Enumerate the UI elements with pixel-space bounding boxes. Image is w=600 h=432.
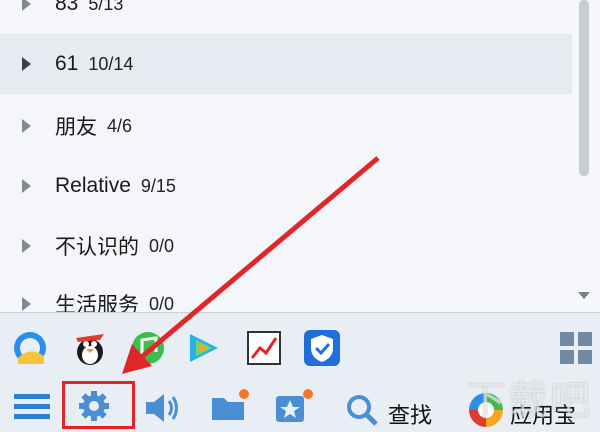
expand-arrow-icon[interactable] bbox=[22, 57, 31, 71]
app-store-icon[interactable] bbox=[466, 390, 506, 430]
contact-group-list: 83 5/13 61 10/14 朋友 4/6 Relative 9/15 不认… bbox=[0, 0, 600, 312]
scrollbar[interactable] bbox=[576, 0, 600, 312]
qzone-icon[interactable] bbox=[10, 328, 50, 368]
main-menu-icon[interactable] bbox=[12, 388, 52, 428]
group-row[interactable]: Relative 9/15 bbox=[0, 156, 572, 216]
group-count: 9/15 bbox=[140, 175, 176, 196]
expand-arrow-icon[interactable] bbox=[22, 119, 31, 133]
group-name: Relative bbox=[55, 174, 131, 197]
group-row[interactable]: 83 5/13 bbox=[0, 0, 572, 34]
volume-icon[interactable] bbox=[142, 390, 182, 430]
favorites-star-icon[interactable] bbox=[272, 386, 318, 426]
group-row[interactable]: 朋友 4/6 bbox=[0, 96, 572, 156]
penguin-game-icon[interactable] bbox=[70, 328, 110, 368]
group-count: 10/14 bbox=[88, 53, 134, 74]
expand-arrow-icon[interactable] bbox=[22, 239, 31, 253]
security-shield-icon[interactable] bbox=[302, 328, 342, 368]
stock-icon[interactable] bbox=[244, 328, 284, 368]
group-row[interactable]: 不认识的 0/0 bbox=[0, 216, 572, 276]
file-folder-icon[interactable] bbox=[208, 386, 252, 426]
video-icon[interactable] bbox=[184, 328, 224, 368]
expand-arrow-icon[interactable] bbox=[22, 179, 31, 193]
scrollbar-thumb[interactable] bbox=[579, 0, 589, 176]
app-store-button-label[interactable]: 应用宝 bbox=[510, 398, 576, 430]
find-button-label[interactable]: 查找 bbox=[388, 398, 432, 430]
expand-arrow-icon[interactable] bbox=[22, 0, 31, 11]
group-name: 朋友 bbox=[55, 116, 97, 139]
group-count: 0/0 bbox=[149, 293, 175, 313]
group-count: 4/6 bbox=[107, 115, 133, 136]
search-icon[interactable] bbox=[344, 392, 380, 432]
group-name: 83 bbox=[55, 0, 79, 15]
settings-gear-icon[interactable] bbox=[74, 388, 114, 428]
group-name: 生活服务 bbox=[55, 294, 139, 312]
music-icon[interactable] bbox=[128, 328, 168, 368]
group-row[interactable]: 生活服务 0/0 bbox=[0, 274, 572, 312]
group-count: 0/0 bbox=[149, 235, 175, 256]
expand-arrow-icon[interactable] bbox=[22, 297, 31, 311]
group-row[interactable]: 61 10/14 bbox=[0, 34, 572, 94]
group-name: 61 bbox=[55, 52, 79, 75]
app-grid-icon[interactable] bbox=[556, 328, 596, 368]
scroll-down-arrow-icon[interactable] bbox=[578, 292, 590, 299]
group-name: 不认识的 bbox=[55, 236, 139, 259]
group-count: 5/13 bbox=[88, 0, 124, 14]
